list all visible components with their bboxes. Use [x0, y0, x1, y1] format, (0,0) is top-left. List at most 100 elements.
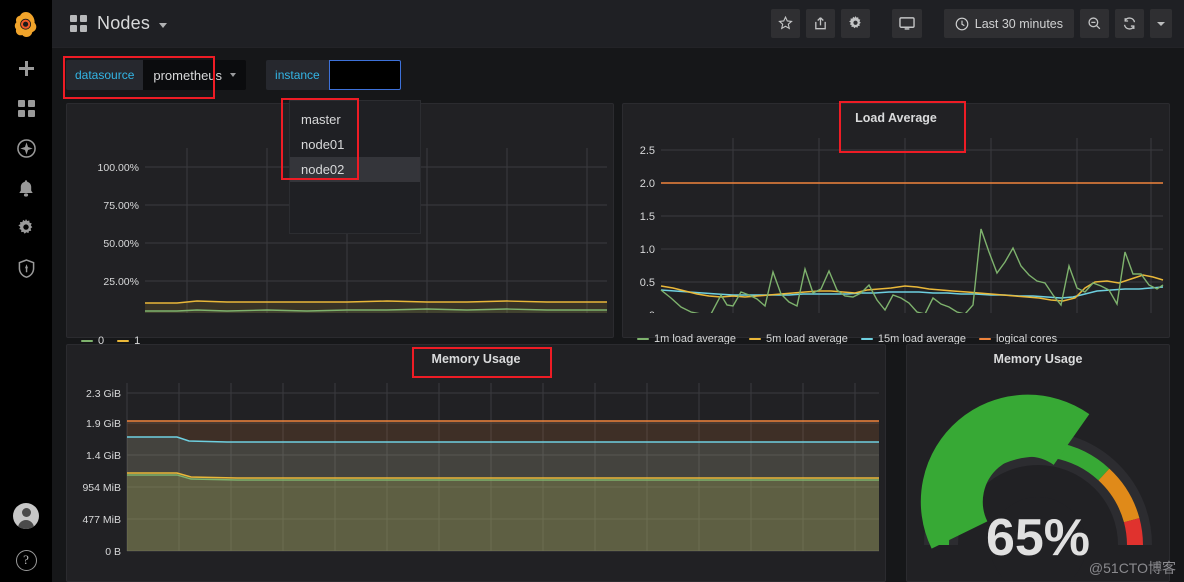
- time-range-label: Last 30 minutes: [974, 16, 1063, 31]
- panel-memory-usage-graph: Memory Usage 2.3 GiB 1.9 GiB 1.4 GiB 954…: [66, 344, 886, 582]
- svg-text:08:32: 08:32: [270, 560, 296, 561]
- panel-memory-usage-gauge-title: Memory Usage: [993, 352, 1083, 366]
- star-icon: [777, 16, 793, 30]
- memory-usage-chart: 2.3 GiB 1.9 GiB 1.4 GiB 954 MiB 477 MiB …: [82, 383, 879, 561]
- svg-text:25.00%: 25.00%: [103, 276, 139, 288]
- svg-text:0 B: 0 B: [105, 546, 121, 558]
- svg-text:0.5: 0.5: [640, 277, 655, 289]
- monitor-icon: [899, 17, 915, 30]
- legend-swatch: [81, 339, 93, 343]
- tv-mode-button[interactable]: [891, 9, 922, 38]
- share-icon: [814, 17, 826, 30]
- sidebar-item-user-avatar[interactable]: [0, 494, 52, 538]
- question-icon: ?: [15, 549, 37, 571]
- chevron-down-icon[interactable]: [159, 22, 168, 28]
- svg-text:08:50: 08:50: [738, 560, 764, 561]
- svg-text:08:46: 08:46: [634, 560, 660, 561]
- mark-favorite-button[interactable]: [770, 9, 800, 38]
- dashboards-icon: [17, 99, 35, 117]
- dropdown-option-label: node02: [301, 162, 345, 177]
- variable-datasource-select[interactable]: prometheus: [143, 60, 247, 90]
- plus-icon: [18, 60, 34, 76]
- svg-text:477 MiB: 477 MiB: [82, 514, 121, 526]
- refresh-icon: [1123, 17, 1136, 30]
- svg-text:08:30: 08:30: [218, 560, 244, 561]
- share-dashboard-button[interactable]: [805, 9, 835, 38]
- variable-instance-label: instance: [266, 60, 329, 90]
- svg-text:08:42: 08:42: [530, 560, 556, 561]
- svg-text:2.3 GiB: 2.3 GiB: [86, 388, 121, 400]
- dropdown-option-label: master: [301, 112, 341, 127]
- svg-text:08:40: 08:40: [478, 560, 504, 561]
- variable-datasource-value: prometheus: [153, 67, 223, 83]
- chevron-down-icon: [1157, 21, 1165, 26]
- template-variable-bar: datasource prometheus instance: [52, 48, 1184, 102]
- svg-text:1.4 GiB: 1.4 GiB: [86, 450, 121, 462]
- load-average-chart: 2.5 2.0 1.5 1.0 0.5 0: [640, 138, 1164, 313]
- dropdown-option-node02[interactable]: node02: [290, 157, 420, 182]
- page-title[interactable]: Nodes: [97, 13, 150, 34]
- legend-swatch: [978, 337, 991, 341]
- sidebar-item-configuration[interactable]: [0, 208, 52, 248]
- variable-datasource-label: datasource: [66, 60, 144, 90]
- topbar-actions: Last 30 minutes: [770, 9, 1172, 38]
- gear-icon: [848, 16, 861, 29]
- compass-icon: [16, 138, 36, 158]
- svg-text:08:48: 08:48: [686, 560, 712, 561]
- svg-text:2.0: 2.0: [640, 178, 655, 190]
- svg-text:1.5: 1.5: [640, 211, 655, 223]
- dashboard-settings-button[interactable]: [840, 9, 870, 38]
- watermark: @51CTO博客: [1088, 560, 1176, 576]
- variable-instance-input[interactable]: [328, 60, 401, 90]
- dropdown-option-label: node01: [301, 137, 345, 152]
- shield-icon: [18, 258, 34, 278]
- dashboard-grid-icon: [70, 15, 87, 32]
- svg-text:2.5: 2.5: [640, 145, 655, 157]
- chevron-down-icon: [230, 73, 237, 77]
- instance-variable-dropdown[interactable]: master node01 node02: [289, 100, 421, 234]
- svg-text:08:52: 08:52: [790, 560, 816, 561]
- svg-text:08:44: 08:44: [582, 560, 608, 561]
- svg-text:1.0: 1.0: [640, 244, 655, 256]
- dropdown-option-master[interactable]: master: [290, 107, 420, 132]
- panel-memory-usage-gauge: Memory Usage 65%: [906, 344, 1170, 582]
- grafana-logo[interactable]: [0, 0, 52, 48]
- sidebar-item-explore[interactable]: [0, 128, 52, 168]
- topbar-action-group: [770, 9, 870, 38]
- panel-memory-usage-graph-title: Memory Usage: [431, 352, 521, 366]
- svg-text:08:54: 08:54: [842, 560, 868, 561]
- variable-instance: instance: [266, 60, 401, 90]
- search-minus-icon: [1088, 17, 1101, 30]
- svg-text:100.00%: 100.00%: [98, 162, 139, 174]
- clock-icon: [955, 17, 969, 30]
- svg-text:954 MiB: 954 MiB: [82, 482, 121, 494]
- svg-text:1.9 GiB: 1.9 GiB: [86, 418, 121, 430]
- variable-datasource: datasource prometheus: [66, 60, 247, 90]
- legend-swatch: [637, 337, 649, 341]
- zoom-out-button[interactable]: [1080, 9, 1109, 38]
- time-range-picker[interactable]: Last 30 minutes: [943, 9, 1074, 38]
- svg-text:08:28: 08:28: [166, 560, 192, 561]
- sidebar-item-alerting[interactable]: [0, 168, 52, 208]
- gear-icon: [18, 219, 33, 234]
- sidebar-item-dashboards[interactable]: [0, 88, 52, 128]
- svg-text:08:34: 08:34: [322, 560, 348, 561]
- bell-icon: [19, 179, 33, 197]
- legend-swatch: [748, 337, 761, 341]
- svg-text:08:36: 08:36: [374, 560, 400, 561]
- panel-load-average-title: Load Average: [855, 111, 937, 125]
- svg-text:08:26: 08:26: [114, 560, 140, 561]
- sidebar-item-server-admin[interactable]: [0, 248, 52, 288]
- sidebar-item-help[interactable]: ?: [0, 538, 52, 582]
- svg-text:50.00%: 50.00%: [103, 238, 139, 250]
- panel-load-average: Load Average 2.5 2.0 1.5 1.0 0.5 0: [622, 103, 1170, 345]
- svg-text:08:38: 08:38: [426, 560, 452, 561]
- svg-text:0: 0: [649, 310, 655, 313]
- sidebar-item-create[interactable]: [0, 48, 52, 88]
- legend-swatch: [860, 337, 873, 341]
- refresh-interval-button[interactable]: [1150, 9, 1172, 38]
- refresh-button[interactable]: [1115, 9, 1144, 38]
- top-bar: Nodes Last 30 minutes: [52, 0, 1184, 48]
- sidebar: ?: [0, 0, 52, 582]
- dropdown-option-node01[interactable]: node01: [290, 132, 420, 157]
